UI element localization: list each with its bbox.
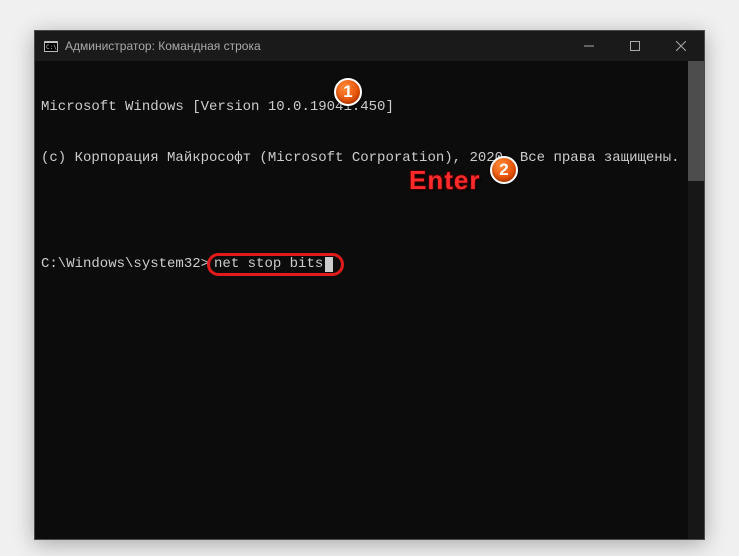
annotation-badge-1: 1 [334, 78, 362, 106]
prompt-prefix: C:\Windows\system32> [41, 256, 209, 273]
command-highlight: net stop bits [207, 253, 344, 276]
terminal-blank-line [41, 201, 698, 218]
window-title: Администратор: Командная строка [65, 39, 261, 53]
close-button[interactable] [658, 31, 704, 61]
svg-text:C:\: C:\ [46, 44, 57, 51]
terminal-prompt-line: C:\Windows\system32> net stop bits [41, 253, 698, 276]
cursor [325, 257, 333, 272]
maximize-button[interactable] [612, 31, 658, 61]
terminal-line-version: Microsoft Windows [Version 10.0.19041.45… [41, 99, 698, 116]
titlebar[interactable]: C:\ Администратор: Командная строка [35, 31, 704, 61]
badge-1-label: 1 [343, 82, 352, 102]
annotation-badge-2: 2 [490, 156, 518, 184]
cmd-icon: C:\ [43, 38, 59, 54]
badge-2-label: 2 [499, 160, 508, 180]
command-text: net stop bits [214, 256, 323, 272]
scrollbar-thumb[interactable] [688, 61, 704, 181]
minimize-button[interactable] [566, 31, 612, 61]
scrollbar-track[interactable] [688, 61, 704, 539]
cmd-window: C:\ Администратор: Командная строка Micr… [34, 30, 705, 540]
terminal-body[interactable]: Microsoft Windows [Version 10.0.19041.45… [35, 61, 704, 539]
annotation-enter-label: Enter [409, 165, 480, 196]
terminal-line-copyright: (c) Корпорация Майкрософт (Microsoft Cor… [41, 150, 698, 167]
window-controls [566, 31, 704, 61]
